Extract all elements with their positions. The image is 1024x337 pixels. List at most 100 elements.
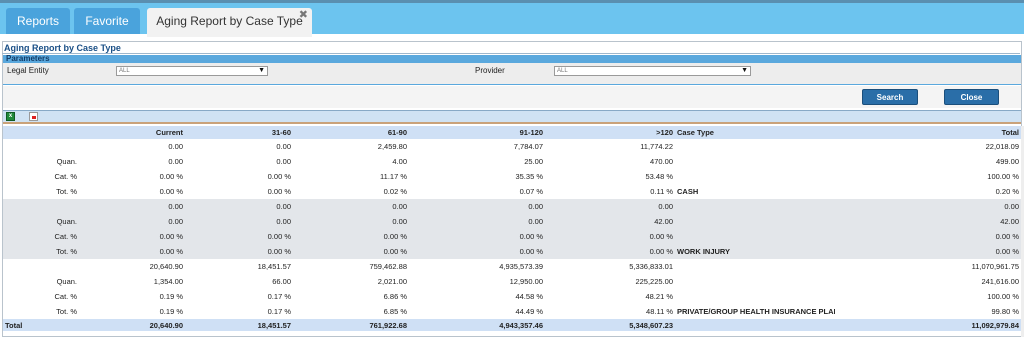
- table-cell: 0.00 %: [185, 229, 293, 244]
- table-cell: 44.58 %: [409, 289, 545, 304]
- table-cell: 0.00 %: [83, 169, 185, 184]
- provider-value: ALL: [557, 68, 568, 74]
- total-cell: 5,348,607.23: [545, 319, 675, 331]
- case-type-cell: [675, 199, 835, 214]
- table-cell: 0.00: [185, 214, 293, 229]
- total-case-type-cell: [675, 319, 835, 331]
- table-cell: 225,225.00: [545, 274, 675, 289]
- table-row: Tot. % 0.00 % 0.00 % 0.02 % 0.07 % 0.11 % CASH…: [3, 184, 1021, 199]
- row-label: Cat. %: [3, 169, 83, 184]
- header-label: [3, 126, 83, 139]
- table-cell: 0.00: [545, 199, 675, 214]
- case-type-cell: CASH: [675, 184, 835, 199]
- table-cell: 42.00: [545, 214, 675, 229]
- total-cell: 42.00: [835, 214, 1021, 229]
- tab-aging-report[interactable]: Aging Report by Case Type ✖: [147, 8, 312, 37]
- excel-export-icon[interactable]: x: [6, 112, 15, 121]
- table-cell: 0.00: [409, 199, 545, 214]
- case-type-cell: [675, 289, 835, 304]
- tab-bar: Reports Favorite Aging Report by Case Ty…: [0, 0, 1024, 37]
- row-label: Quan.: [3, 154, 83, 169]
- search-button[interactable]: Search: [862, 89, 918, 105]
- table-cell: 12,950.00: [409, 274, 545, 289]
- header-61-90: 61-90: [293, 126, 409, 139]
- case-type-cell: WORK INJURY: [675, 244, 835, 259]
- header-case-type: Case Type: [675, 126, 835, 139]
- total-cell: 20,640.90: [83, 319, 185, 331]
- provider-label: Provider: [475, 66, 505, 75]
- table-cell: 0.00 %: [293, 244, 409, 259]
- table-cell: 53.48 %: [545, 169, 675, 184]
- table-cell: 759,462.88: [293, 259, 409, 274]
- header-total: Total: [835, 126, 1021, 139]
- export-toolbar: x: [3, 110, 1021, 122]
- table-cell: 48.11 %: [545, 304, 675, 319]
- header-31-60: 31-60: [185, 126, 293, 139]
- export-divider: [3, 122, 1021, 124]
- table-cell: 11.17 %: [293, 169, 409, 184]
- table-cell: 44.49 %: [409, 304, 545, 319]
- total-cell: 0.20 %: [835, 184, 1021, 199]
- table-cell: 0.00 %: [409, 244, 545, 259]
- report-title: Aging Report by Case Type: [2, 43, 1020, 54]
- total-cell: 499.00: [835, 154, 1021, 169]
- table-row: Tot. % 0.00 % 0.00 % 0.00 % 0.00 % 0.00 % WORK…: [3, 244, 1021, 259]
- dropdown-arrow-icon: ▼: [741, 67, 748, 74]
- pdf-export-icon[interactable]: [29, 112, 38, 121]
- tab-reports[interactable]: Reports: [6, 8, 70, 34]
- header-current: Current: [83, 126, 185, 139]
- table-cell: 0.17 %: [185, 289, 293, 304]
- total-cell: 100.00 %: [835, 169, 1021, 184]
- legal-entity-select[interactable]: ALL ▼: [116, 66, 268, 76]
- case-type-cell: [675, 169, 835, 184]
- table-cell: 2,459.80: [293, 139, 409, 154]
- table-cell: 18,451.57: [185, 259, 293, 274]
- table-cell: 0.19 %: [83, 289, 185, 304]
- tab-reports-label: Reports: [16, 14, 60, 28]
- table-cell: 0.00: [293, 199, 409, 214]
- table-cell: 0.07 %: [409, 184, 545, 199]
- table-cell: 11,774.22: [545, 139, 675, 154]
- table-cell: 0.00: [83, 139, 185, 154]
- grand-total-cell: 11,092,979.84: [835, 319, 1021, 331]
- table-cell: 2,021.00: [293, 274, 409, 289]
- table-cell: 5,336,833.01: [545, 259, 675, 274]
- table-cell: 0.00: [409, 214, 545, 229]
- table-cell: 0.00 %: [185, 244, 293, 259]
- total-cell: 4,943,357.46: [409, 319, 545, 331]
- table-cell: 0.00 %: [293, 229, 409, 244]
- row-label: Tot. %: [3, 244, 83, 259]
- case-type-cell: [675, 229, 835, 244]
- header-over-120: >120: [545, 126, 675, 139]
- close-button[interactable]: Close: [944, 89, 999, 105]
- row-label: Tot. %: [3, 184, 83, 199]
- parameters-panel: Legal Entity ALL ▼ Provider ALL ▼: [3, 63, 1021, 85]
- table-cell: 0.00 %: [83, 244, 185, 259]
- table-cell: 0.17 %: [185, 304, 293, 319]
- row-label: Tot. %: [3, 304, 83, 319]
- header-91-120: 91-120: [409, 126, 545, 139]
- table-row: Tot. % 0.19 % 0.17 % 6.85 % 44.49 % 48.11 % PR…: [3, 304, 1021, 319]
- table-cell: 0.11 %: [545, 184, 675, 199]
- provider-select[interactable]: ALL ▼: [554, 66, 751, 76]
- table-cell: 35.35 %: [409, 169, 545, 184]
- row-label: [3, 199, 83, 214]
- case-type-cell: [675, 274, 835, 289]
- table-cell: 0.00 %: [185, 184, 293, 199]
- parameters-header: Parameters: [3, 55, 1021, 63]
- table-cell: 0.00: [185, 139, 293, 154]
- table-row: 20,640.90 18,451.57 759,462.88 4,935,573.39…: [3, 259, 1021, 274]
- table-cell: 1,354.00: [83, 274, 185, 289]
- table-header-row: Current 31-60 61-90 91-120 >120 Case Typ…: [3, 126, 1021, 139]
- table-cell: 0.00: [83, 154, 185, 169]
- tab-favorite-label: Favorite: [85, 14, 129, 28]
- action-bar: Search Close: [3, 86, 1021, 108]
- table-cell: 25.00: [409, 154, 545, 169]
- table-cell: 0.02 %: [293, 184, 409, 199]
- table-cell: 0.19 %: [83, 304, 185, 319]
- table-cell: 0.00 %: [545, 244, 675, 259]
- tab-favorite[interactable]: Favorite: [74, 8, 140, 34]
- table-cell: 0.00 %: [545, 229, 675, 244]
- close-tab-icon[interactable]: ✖: [299, 2, 308, 28]
- table-cell: 0.00 %: [185, 169, 293, 184]
